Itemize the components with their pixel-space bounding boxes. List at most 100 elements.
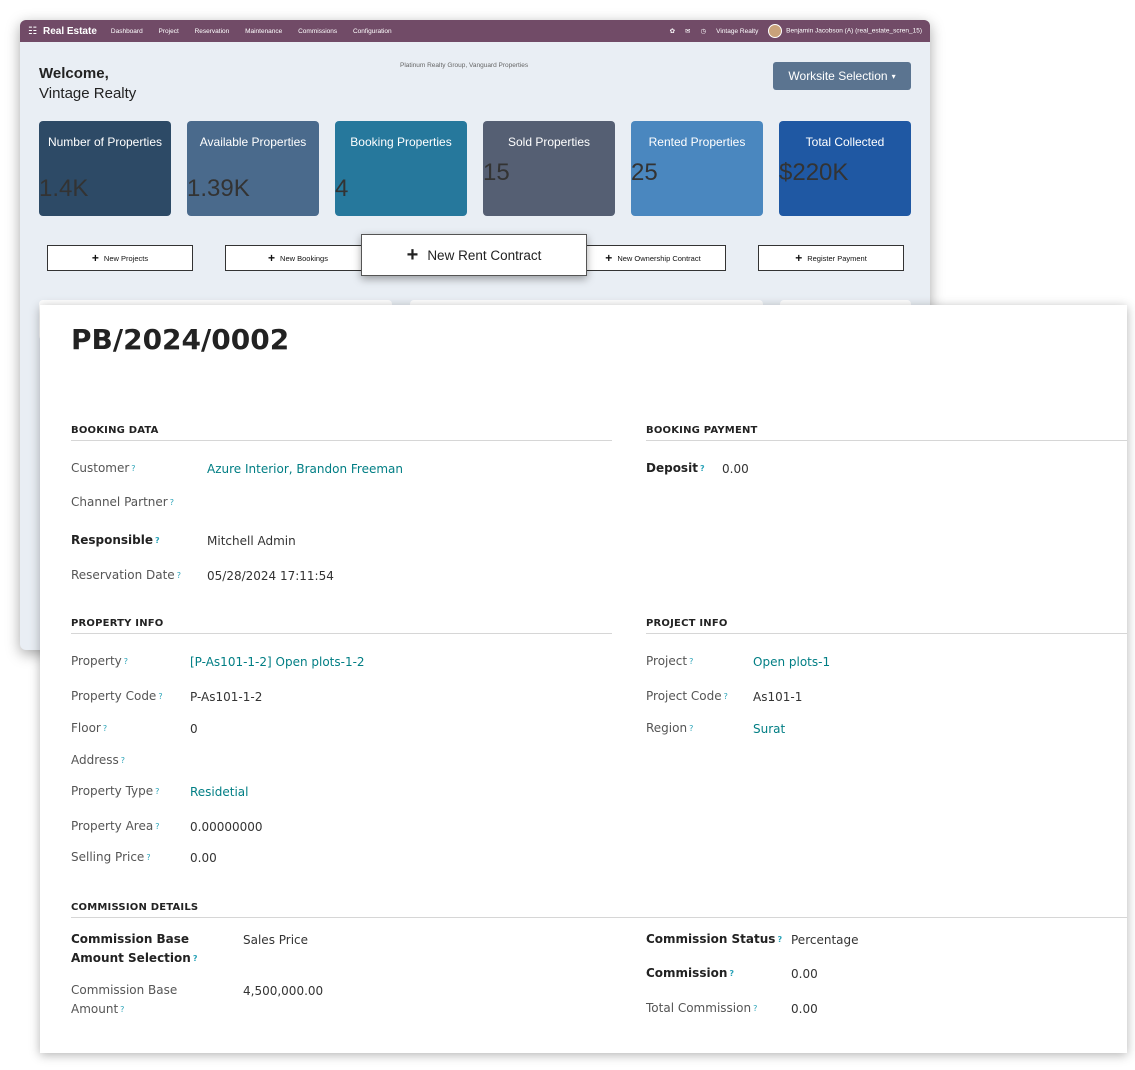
property-type-field[interactable]: Residetial <box>190 785 249 799</box>
property-area-field[interactable]: 0.00000000 <box>190 820 263 834</box>
project-code-field[interactable]: As101-1 <box>753 690 802 704</box>
help-icon: ? <box>729 969 734 978</box>
commission-status-field[interactable]: Percentage <box>791 933 859 947</box>
bug-icon[interactable]: ✿ <box>670 27 675 35</box>
app-title[interactable]: Real Estate <box>43 26 97 37</box>
commission-field[interactable]: 0.00 <box>791 967 818 981</box>
register-payment-button[interactable]: + Register Payment <box>758 245 904 271</box>
help-icon: ? <box>699 464 705 473</box>
menu-item-configuration[interactable]: Configuration <box>353 28 392 35</box>
plus-icon: + <box>91 251 99 265</box>
section-project-info: PROJECT INFO <box>646 618 1127 634</box>
button-label: New Bookings <box>280 253 328 263</box>
help-icon: ? <box>723 692 728 701</box>
commission-status-label: Commission Status? <box>646 932 783 946</box>
menu-item-dashboard[interactable]: Dashboard <box>111 28 143 35</box>
help-icon: ? <box>753 1004 758 1013</box>
new-projects-button[interactable]: + New Projects <box>47 245 193 271</box>
property-area-label: Property Area? <box>71 819 160 833</box>
plus-icon: + <box>795 251 803 265</box>
worksite-label: Worksite Selection <box>788 69 888 83</box>
total-commission-label: Total Commission? <box>646 1001 758 1015</box>
section-booking-payment: BOOKING PAYMENT <box>646 425 1127 441</box>
chat-icon[interactable]: ✉ <box>685 27 690 35</box>
customer-field[interactable]: Azure Interior, Brandon Freeman <box>207 462 403 476</box>
card-booking-properties[interactable]: Booking Properties 4 <box>335 121 467 216</box>
floor-field[interactable]: 0 <box>190 722 198 736</box>
responsible-field[interactable]: Mitchell Admin <box>207 534 296 548</box>
menu-item-commissions[interactable]: Commissions <box>298 28 337 35</box>
address-label: Address? <box>71 753 126 767</box>
worksite-selection-button[interactable]: Worksite Selection ▾ <box>773 62 911 90</box>
card-value: 1.39K <box>187 175 250 202</box>
company-switcher[interactable]: Vintage Realty <box>716 28 758 35</box>
help-icon: ? <box>120 756 126 765</box>
card-value: $220K <box>779 159 849 186</box>
welcome-company: Vintage Realty <box>39 85 137 102</box>
property-type-label: Property Type? <box>71 784 160 798</box>
help-icon: ? <box>176 571 181 580</box>
menu-item-reservation[interactable]: Reservation <box>195 28 230 35</box>
companies-caption: Platinum Realty Group, Vanguard Properti… <box>400 62 529 69</box>
card-rented-properties[interactable]: Rented Properties 25 <box>631 121 763 216</box>
card-total-collected[interactable]: Total Collected $220K <box>779 121 911 216</box>
property-code-field[interactable]: P-As101-1-2 <box>190 690 262 704</box>
card-label: Booking Properties <box>350 135 452 149</box>
menu-item-project[interactable]: Project <box>159 28 179 35</box>
property-code-label: Property Code? <box>71 689 163 703</box>
deposit-field[interactable]: 0.00 <box>722 462 749 476</box>
apps-grid-icon[interactable]: ☷ <box>28 26 37 37</box>
total-commission-field[interactable]: 0.00 <box>791 1002 818 1016</box>
reservation-date-label: Reservation Date? <box>71 568 181 582</box>
plus-icon: + <box>406 243 419 266</box>
help-icon: ? <box>123 657 129 666</box>
deposit-label: Deposit? <box>646 461 705 475</box>
project-code-label: Project Code? <box>646 689 728 703</box>
commission-base-amount-field[interactable]: 4,500,000.00 <box>243 984 323 998</box>
help-icon: ? <box>131 464 136 473</box>
new-ownership-contract-button[interactable]: + New Ownership Contract <box>580 245 726 271</box>
help-icon: ? <box>169 498 174 507</box>
avatar <box>768 24 783 38</box>
help-icon: ? <box>102 724 108 733</box>
navbar-right: ✿ ✉ ◷ Vintage Realty Benjamin Jacobson (… <box>670 24 922 38</box>
help-icon: ? <box>155 822 160 831</box>
selling-price-field[interactable]: 0.00 <box>190 851 217 865</box>
user-menu[interactable]: Benjamin Jacobson (A) (real_estate_scren… <box>768 24 922 38</box>
card-number-of-properties[interactable]: Number of Properties 1.4K <box>39 121 171 216</box>
help-icon: ? <box>155 787 160 796</box>
channel-partner-label: Channel Partner? <box>71 495 174 509</box>
help-icon: ? <box>777 935 783 944</box>
customer-label: Customer? <box>71 461 136 475</box>
region-field[interactable]: Surat <box>753 722 785 736</box>
project-field[interactable]: Open plots-1 <box>753 655 830 669</box>
help-icon: ? <box>146 853 151 862</box>
commission-base-selection-label: Commission Base Amount Selection? <box>71 932 198 965</box>
commission-label: Commission? <box>646 966 734 980</box>
card-label: Number of Properties <box>47 135 163 149</box>
button-label: New Projects <box>103 253 149 263</box>
menu-item-maintenance[interactable]: Maintenance <box>245 28 282 35</box>
region-label: Region? <box>646 721 694 735</box>
card-sold-properties[interactable]: Sold Properties 15 <box>483 121 615 216</box>
help-icon: ? <box>192 954 198 963</box>
property-field[interactable]: [P-As101-1-2] Open plots-1-2 <box>190 655 365 669</box>
button-label: Register Payment <box>807 253 867 263</box>
caret-down-icon: ▾ <box>891 71 896 81</box>
new-bookings-button[interactable]: + New Bookings <box>225 245 371 271</box>
help-icon: ? <box>155 536 160 545</box>
commission-base-selection-field[interactable]: Sales Price <box>243 933 308 947</box>
new-rent-contract-button[interactable]: + New Rent Contract <box>361 234 587 276</box>
welcome-text: Welcome, Vintage Realty <box>39 64 136 104</box>
card-value: 15 <box>483 159 510 186</box>
clock-icon[interactable]: ◷ <box>700 27 706 35</box>
record-title: PB/2024/0002 <box>71 323 290 356</box>
welcome-greeting: Welcome, <box>39 65 109 82</box>
help-icon: ? <box>120 1005 125 1014</box>
selling-price-label: Selling Price? <box>71 850 151 864</box>
reservation-date-field[interactable]: 05/28/2024 17:11:54 <box>207 569 334 583</box>
card-available-properties[interactable]: Available Properties 1.39K <box>187 121 319 216</box>
floor-label: Floor? <box>71 721 108 735</box>
responsible-label: Responsible? <box>71 533 160 547</box>
plus-icon: + <box>268 251 276 265</box>
